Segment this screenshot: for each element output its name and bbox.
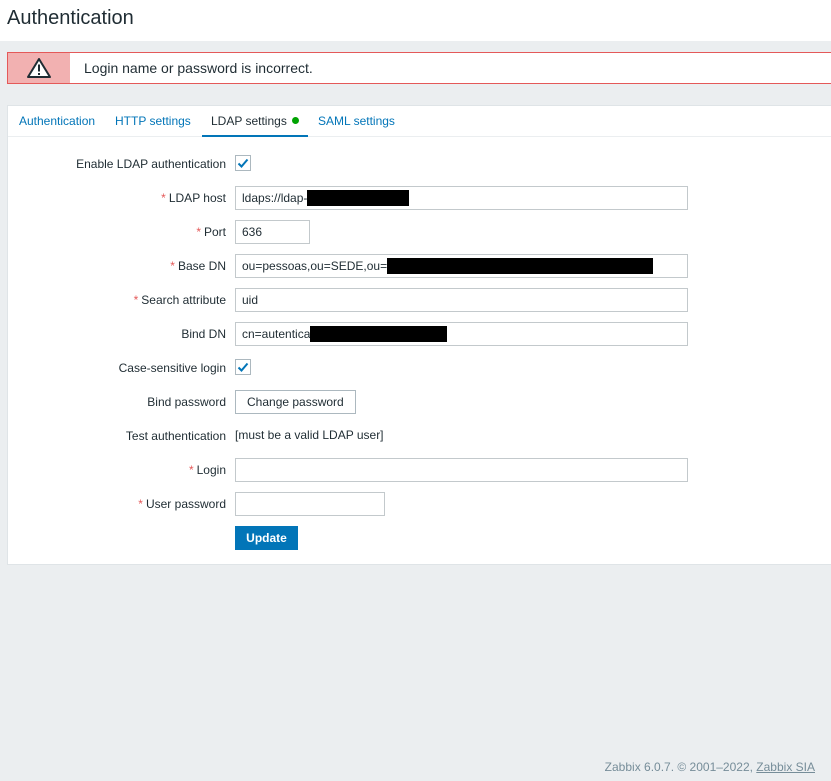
search-attribute-input[interactable]: uid	[235, 288, 688, 312]
user-password-label: * User password	[138, 497, 226, 511]
tab-http-settings[interactable]: HTTP settings	[115, 106, 191, 137]
test-authentication-hint: [must be a valid LDAP user]	[235, 428, 384, 442]
settings-panel: Authentication HTTP settings LDAP settin…	[7, 105, 831, 565]
status-dot-icon	[291, 117, 299, 124]
base-dn-input[interactable]: ou=pessoas,ou=SEDE,ou=	[235, 254, 688, 278]
login-label: * Login	[188, 463, 226, 477]
port-input[interactable]: 636	[235, 220, 310, 244]
tab-ldap-settings[interactable]: LDAP settings	[202, 106, 308, 137]
ldap-host-input[interactable]: ldaps://ldap-	[235, 186, 688, 210]
error-message-text: Login name or password is incorrect.	[84, 60, 313, 76]
tab-saml-settings[interactable]: SAML settings	[318, 106, 395, 137]
tab-authentication[interactable]: Authentication	[19, 106, 95, 137]
checkmark-icon	[237, 362, 249, 372]
footer-link[interactable]: Zabbix SIA	[756, 760, 815, 774]
page-header: Authentication	[0, 0, 831, 41]
page-title: Authentication	[7, 7, 134, 29]
change-password-button[interactable]: Change password	[235, 390, 356, 414]
case-sensitive-label: Case-sensitive login	[118, 361, 226, 375]
bind-dn-label: Bind DN	[181, 327, 226, 341]
tab-ldap-settings-label: LDAP settings	[211, 114, 287, 128]
base-dn-label: * Base DN	[170, 259, 226, 273]
redacted-block	[387, 258, 654, 274]
update-button[interactable]: Update	[235, 526, 298, 550]
login-input[interactable]	[235, 458, 688, 482]
user-password-input[interactable]	[235, 492, 385, 516]
error-message: Login name or password is incorrect.	[7, 52, 831, 84]
error-icon-box	[8, 53, 70, 83]
enable-ldap-label: Enable LDAP authentication	[76, 157, 226, 171]
case-sensitive-checkbox[interactable]	[235, 359, 251, 375]
search-attribute-label: * Search attribute	[133, 293, 226, 307]
tab-bar: Authentication HTTP settings LDAP settin…	[8, 106, 831, 137]
required-marker: *	[161, 191, 166, 205]
port-label: * Port	[196, 225, 226, 239]
redacted-block	[310, 326, 448, 342]
redacted-block	[307, 190, 410, 206]
footer: Zabbix 6.0.7. © 2001–2022, Zabbix SIA	[605, 760, 815, 774]
checkmark-icon	[237, 158, 249, 168]
enable-ldap-checkbox[interactable]	[235, 155, 251, 171]
bind-password-label: Bind password	[147, 395, 226, 409]
ldap-host-label: * LDAP host	[161, 191, 226, 205]
test-authentication-label: Test authentication	[125, 429, 226, 443]
footer-text: Zabbix 6.0.7. © 2001–2022,	[604, 760, 757, 774]
bind-dn-input[interactable]: cn=autentica	[235, 322, 688, 346]
